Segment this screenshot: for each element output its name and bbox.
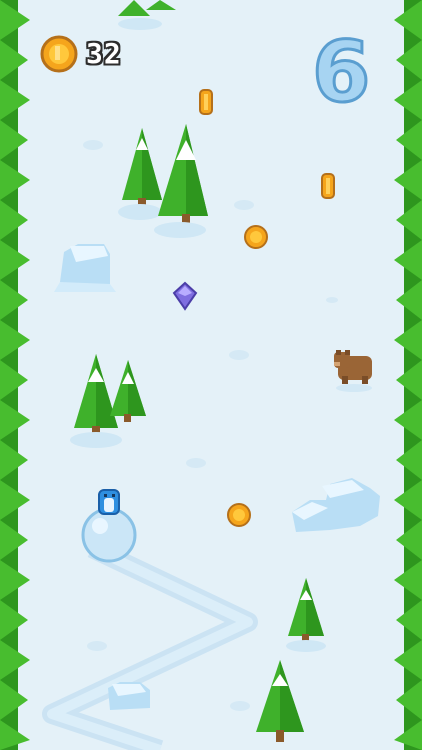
ice-block [108,682,150,710]
coin [227,503,251,527]
pine-tree [256,660,304,742]
ice-block [54,244,116,292]
ski-trail [42,538,258,750]
penguin-icon [98,489,120,515]
game-stage[interactable]: 32 6 [0,0,422,750]
coin-icon [40,35,78,73]
bear-icon [334,350,372,392]
left-forest-border [0,0,30,750]
pine-tree [110,360,146,422]
gem-icon [172,281,198,311]
pine-tree [118,0,176,30]
ice-block [292,478,380,532]
snowball [81,507,137,563]
coin [199,89,213,115]
score-display: 6 [311,23,372,121]
pine-tree [286,578,326,652]
pine-tree [70,354,122,448]
right-forest-border [394,0,422,750]
pine-tree [154,124,208,238]
coin [244,225,268,249]
coin [321,173,335,199]
pine-tree [118,128,162,220]
coin-counter: 32 [86,37,122,70]
